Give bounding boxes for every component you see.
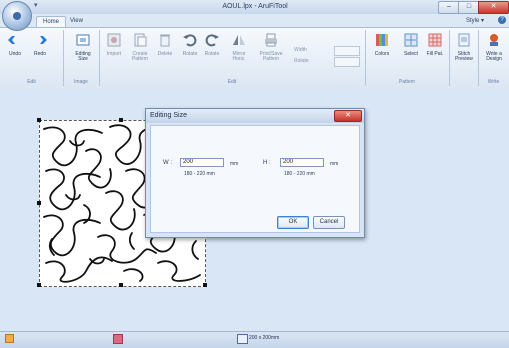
rotate-left-icon xyxy=(183,34,197,47)
maximize-button[interactable]: □ xyxy=(458,1,480,14)
write-design-button[interactable]: Write a Design xyxy=(481,32,507,62)
editing-size-button[interactable]: Editing Size xyxy=(70,32,96,62)
create-pattern-button[interactable]: Create Pattern xyxy=(128,32,152,62)
help-icon[interactable]: ? xyxy=(498,16,506,24)
fill-pattern-button[interactable]: Fill Pat. xyxy=(424,32,446,57)
redo-button[interactable]: Redo xyxy=(29,32,51,57)
width-label: Width xyxy=(294,47,307,53)
redo-arrow-icon xyxy=(34,36,47,44)
select-icon xyxy=(404,33,418,47)
import-button[interactable]: Import xyxy=(103,32,125,57)
group-label-edit-2: Edit xyxy=(227,79,237,85)
group-label-write: Write xyxy=(487,79,500,85)
thread-color-swatch[interactable] xyxy=(113,334,123,344)
stitch-preview-icon xyxy=(458,33,470,47)
mirror-icon xyxy=(233,35,245,45)
status-design-size: 200 x 200mm xyxy=(249,335,280,341)
rotate-right-icon xyxy=(205,34,219,47)
width-field-label: W : xyxy=(163,160,172,166)
resize-handle[interactable] xyxy=(203,283,207,287)
undo-button[interactable]: Undo xyxy=(4,32,26,57)
resize-handle[interactable] xyxy=(119,118,123,122)
design-size-icon xyxy=(237,334,248,344)
resize-handle[interactable] xyxy=(37,283,41,287)
group-label-image: Image xyxy=(74,79,88,85)
height-unit: mm xyxy=(330,161,339,167)
window-title: AOUL.lpx - AruFiTool xyxy=(222,3,288,10)
width-range: 180 - 220 mm xyxy=(184,171,215,177)
quick-access-dropdown-icon[interactable]: ▾ xyxy=(34,1,38,9)
editing-size-icon xyxy=(76,34,90,46)
tab-view[interactable]: View xyxy=(64,16,89,27)
height-field-label: H : xyxy=(263,160,271,166)
app-logo-icon xyxy=(13,12,21,20)
group-separator xyxy=(63,30,64,86)
print-save-pattern-button[interactable]: Print/Save Pattern xyxy=(256,32,286,62)
delete-button[interactable]: Delete xyxy=(154,32,176,57)
resize-handle[interactable] xyxy=(37,118,41,122)
fill-pattern-icon xyxy=(428,33,442,47)
group-separator xyxy=(478,30,479,86)
app-menu-button[interactable] xyxy=(2,1,32,31)
height-input[interactable] xyxy=(280,158,324,167)
resize-handle[interactable] xyxy=(119,283,123,287)
undo-arrow-icon xyxy=(8,36,21,44)
group-separator xyxy=(99,30,100,86)
import-icon xyxy=(107,33,121,47)
select-button[interactable]: Select xyxy=(400,32,422,57)
create-pattern-icon xyxy=(134,33,147,47)
mirror-button[interactable]: Mirror Horiz. xyxy=(228,32,250,62)
editing-size-dialog: Editing Size ✕ W : mm 180 - 220 mm H : m… xyxy=(145,108,365,238)
minimize-button[interactable]: – xyxy=(438,1,460,14)
rotate-label: Rotate xyxy=(294,58,309,64)
dialog-body: W : mm 180 - 220 mm H : mm 180 - 220 mm … xyxy=(150,125,360,233)
style-menu[interactable]: Style ▾ xyxy=(466,17,484,24)
colors-button[interactable]: Colors xyxy=(370,32,394,57)
rotate-left-button[interactable]: Rotate xyxy=(180,32,200,57)
dialog-close-button[interactable]: ✕ xyxy=(334,110,362,122)
print-icon xyxy=(265,33,277,47)
group-separator xyxy=(365,30,366,86)
group-separator xyxy=(449,30,450,86)
resize-handle[interactable] xyxy=(37,201,41,205)
ok-button[interactable]: OK xyxy=(277,216,309,229)
width-input[interactable] xyxy=(180,158,224,167)
dialog-title: Editing Size xyxy=(150,112,187,119)
status-indicator-icon xyxy=(5,334,14,343)
rotate-right-button[interactable]: Rotate xyxy=(202,32,222,57)
colors-icon xyxy=(376,34,388,46)
group-label-edit: Edit xyxy=(27,79,36,85)
cancel-button[interactable]: Cancel xyxy=(313,216,345,229)
height-range: 180 - 220 mm xyxy=(284,171,315,177)
write-design-icon xyxy=(490,34,498,46)
stitch-preview-button[interactable]: Stitch Preview xyxy=(452,32,476,62)
width-unit: mm xyxy=(230,161,239,167)
delete-icon xyxy=(160,34,170,47)
group-label-pattern: Pattern xyxy=(398,79,416,85)
close-window-button[interactable]: ✕ xyxy=(478,1,509,14)
width-spinbox[interactable] xyxy=(334,46,360,56)
rotate-spinbox[interactable] xyxy=(334,57,360,67)
